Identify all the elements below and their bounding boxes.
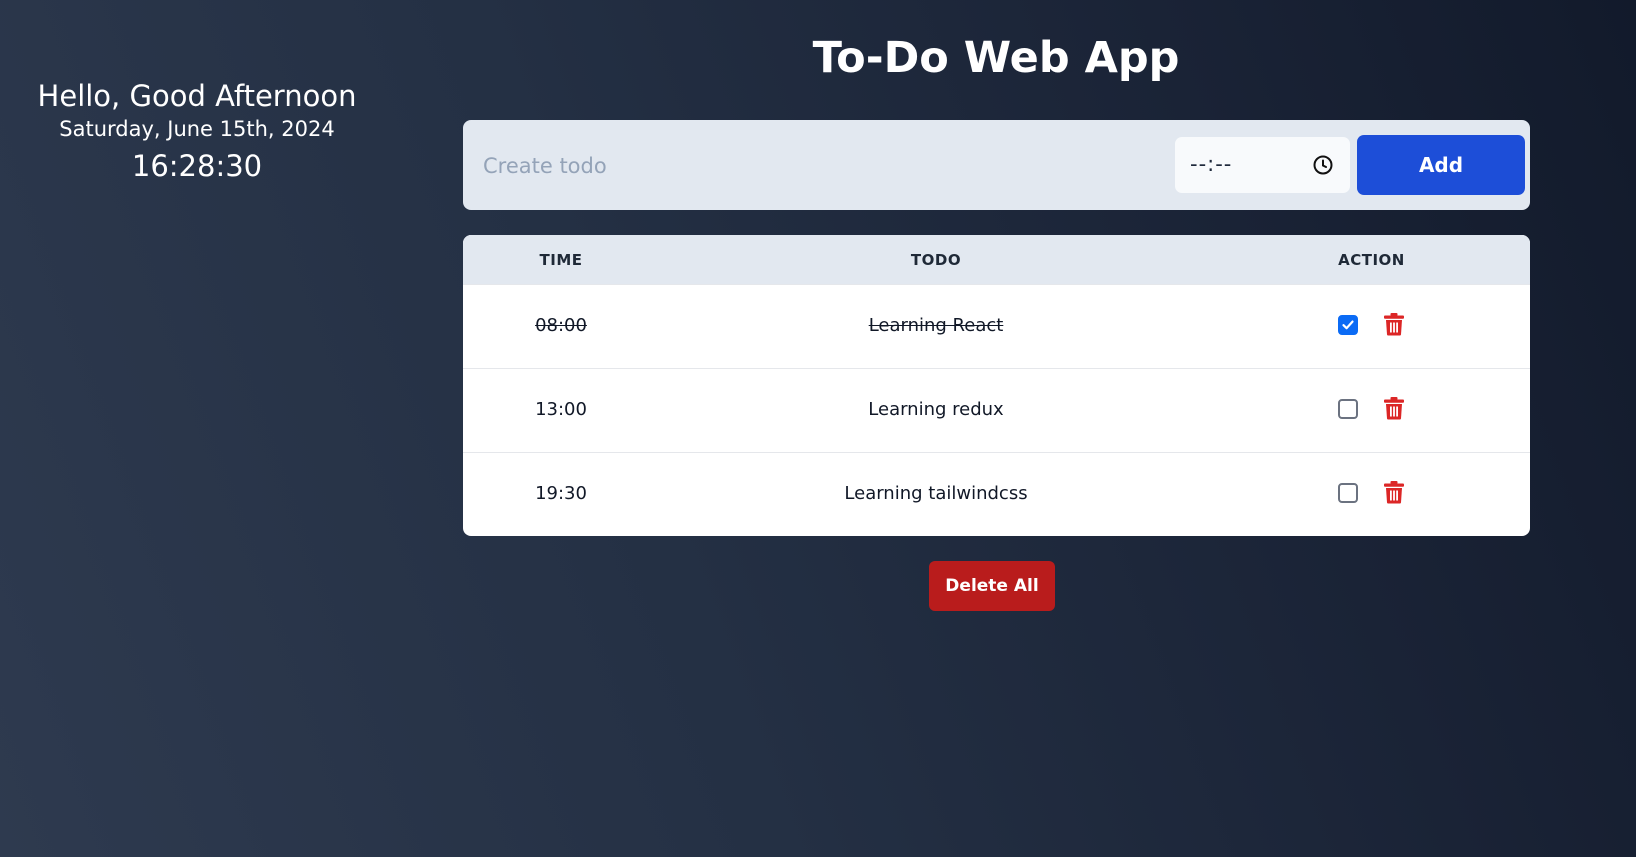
page-title: To-Do Web App [812,33,1180,83]
table-header: TIME TODO ACTION [463,235,1530,284]
todo-input[interactable] [481,142,1145,190]
header-time: TIME [539,251,583,269]
time-input[interactable]: --:-- [1175,137,1350,193]
row-todo: Learning tailwindcss [844,483,1028,504]
table-row: 08:00 Learning React [463,284,1530,368]
current-time: 16:28:30 [131,149,263,183]
time-value: --:-- [1190,152,1233,176]
greeting-panel: Hello, Good Afternoon Saturday, June 15t… [0,78,394,186]
done-checkbox[interactable] [1338,399,1358,419]
table-row: 19:30 Learning tailwindcss [463,452,1530,536]
row-time: 13:00 [535,399,587,420]
delete-all-button[interactable]: Delete All [929,561,1055,611]
done-checkbox[interactable] [1338,483,1358,503]
trash-icon[interactable] [1383,480,1405,504]
clock-icon[interactable] [1312,154,1334,176]
done-checkbox[interactable] [1338,315,1358,335]
row-time: 19:30 [535,483,587,504]
table-row: 13:00 Learning redux [463,368,1530,452]
greeting-message: Hello, Good Afternoon [37,79,357,113]
trash-icon[interactable] [1383,396,1405,420]
row-todo: Learning React [868,315,1004,336]
add-button[interactable]: Add [1357,135,1525,195]
header-action: ACTION [1338,251,1405,269]
row-time: 08:00 [535,315,587,336]
todo-table: TIME TODO ACTION 08:00 Learning React 13… [463,235,1530,536]
row-todo: Learning redux [868,399,1004,420]
current-date: Saturday, June 15th, 2024 [59,117,335,141]
header-todo: TODO [910,251,962,269]
todo-form: --:-- Add [463,120,1530,210]
trash-icon[interactable] [1383,312,1405,336]
